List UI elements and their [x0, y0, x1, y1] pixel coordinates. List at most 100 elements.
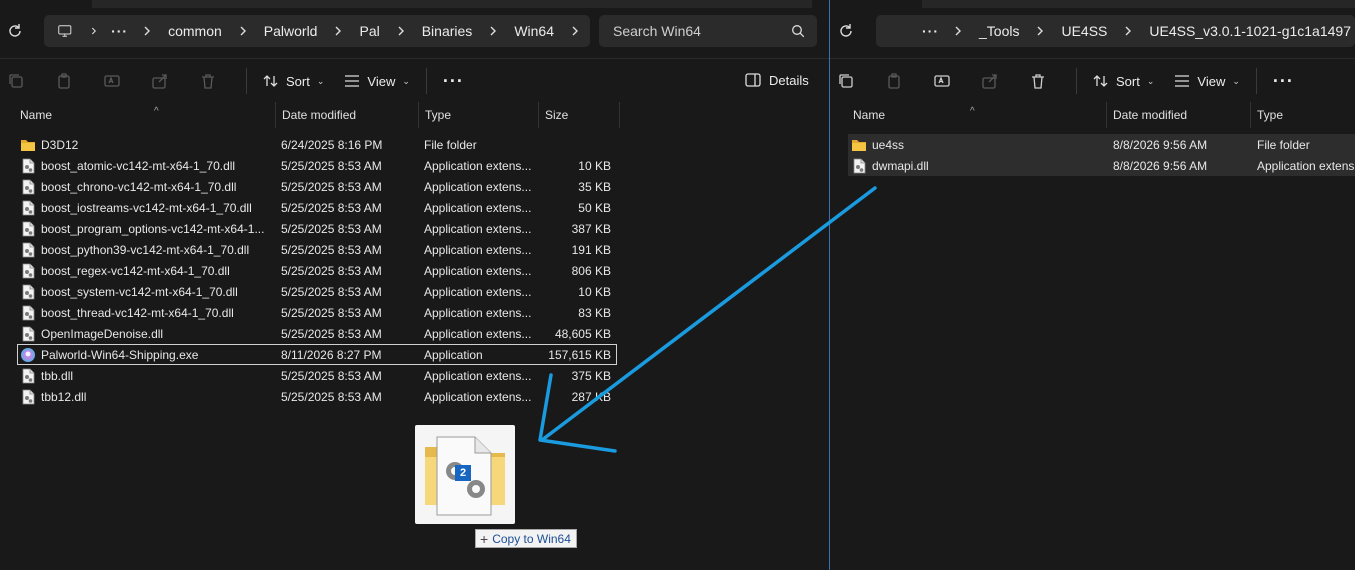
column-header-date[interactable]: Date modified [1107, 102, 1251, 128]
search-box[interactable]: Search Win64 [599, 15, 817, 47]
search-input[interactable]: Search Win64 [613, 23, 791, 39]
details-button[interactable]: Details [745, 64, 809, 96]
file-name-cell[interactable]: tbb12.dll [17, 389, 275, 405]
dll-file-icon [20, 221, 36, 237]
chevron-right-icon[interactable] [238, 26, 248, 36]
share-icon[interactable] [144, 65, 176, 97]
rename-icon[interactable] [96, 65, 128, 97]
file-row[interactable]: boost_system-vc142-mt-x64-1_70.dll 5/25/2… [17, 281, 617, 302]
chevron-right-icon[interactable] [953, 26, 963, 36]
copy-icon[interactable] [0, 65, 32, 97]
rename-icon[interactable] [926, 65, 958, 97]
breadcrumb-overflow-button[interactable]: ··· [107, 23, 132, 39]
breadcrumb-item[interactable]: Pal [353, 23, 385, 39]
address-bar[interactable]: ··· common Palworld Pal Binaries Win64 [44, 15, 590, 47]
column-size-label: Size [545, 108, 569, 122]
breadcrumb-item[interactable]: Win64 [508, 23, 560, 39]
file-row[interactable]: boost_iostreams-vc142-mt-x64-1_70.dll 5/2… [17, 197, 617, 218]
file-row[interactable]: OpenImageDenoise.dll 5/25/2025 8:53 AM App… [17, 323, 617, 344]
chevron-right-icon[interactable] [142, 26, 152, 36]
delete-icon[interactable] [1022, 65, 1054, 97]
file-name: ue4ss [872, 137, 905, 152]
breadcrumb-item[interactable]: common [162, 23, 228, 39]
chevron-right-icon[interactable] [488, 26, 498, 36]
column-header-type[interactable]: Type [1251, 102, 1355, 128]
file-name-cell[interactable]: ue4ss [848, 137, 1107, 153]
this-pc-icon[interactable] [58, 23, 72, 39]
file-name-cell[interactable]: boost_system-vc142-mt-x64-1_70.dll [17, 284, 275, 300]
column-header-name[interactable]: ^ Name [14, 102, 276, 128]
breadcrumb-item[interactable]: Binaries [416, 23, 479, 39]
file-row[interactable]: boost_atomic-vc142-mt-x64-1_70.dll 5/25/2… [17, 155, 617, 176]
chevron-right-icon[interactable] [1035, 26, 1045, 36]
breadcrumb-item[interactable]: UE4SS [1055, 23, 1113, 39]
file-row[interactable]: D3D12 6/24/2025 8:16 PM File folder [17, 134, 617, 155]
file-row[interactable]: ue4ss 8/8/2026 9:56 AM File folder [848, 134, 1355, 155]
sort-button[interactable]: Sort ⌄ [1083, 65, 1164, 97]
more-options-button[interactable]: ··· [433, 65, 474, 97]
file-name-cell[interactable]: boost_chrono-vc142-mt-x64-1_70.dll [17, 179, 275, 195]
file-name-cell[interactable]: D3D12 [17, 137, 275, 153]
file-name-cell[interactable]: boost_python39-vc142-mt-x64-1_70.dll [17, 242, 275, 258]
search-icon[interactable] [791, 24, 805, 38]
chevron-down-icon: ⌄ [316, 75, 325, 86]
file-name: tbb12.dll [41, 389, 87, 404]
paste-icon[interactable] [878, 65, 910, 97]
file-name-cell[interactable]: OpenImageDenoise.dll [17, 326, 275, 342]
file-type: Application extens... [424, 242, 532, 257]
view-button[interactable]: View ⌄ [334, 65, 420, 97]
file-name: OpenImageDenoise.dll [41, 326, 164, 341]
more-options-button[interactable]: ··· [1263, 65, 1304, 97]
file-name-cell[interactable]: dwmapi.dll [848, 158, 1107, 174]
file-name: D3D12 [41, 137, 79, 152]
chevron-right-icon[interactable] [1123, 26, 1133, 36]
file-row[interactable]: dwmapi.dll 8/8/2026 9:56 AM Application ex… [848, 155, 1355, 176]
address-bar[interactable]: ··· _Tools UE4SS UE4SS_v3.0.1-1021-g1c1a14… [876, 15, 1355, 47]
folder-icon [20, 137, 36, 153]
file-row[interactable]: boost_regex-vc142-mt-x64-1_70.dll 5/25/20… [17, 260, 617, 281]
sort-button[interactable]: Sort ⌄ [253, 65, 334, 97]
chevron-right-icon[interactable] [333, 26, 343, 36]
file-row[interactable]: boost_python39-vc142-mt-x64-1_70.dll 5/25… [17, 239, 617, 260]
file-row[interactable]: tbb12.dll 5/25/2025 8:53 AM Application ex… [17, 386, 617, 407]
file-name-cell[interactable]: boost_thread-vc142-mt-x64-1_70.dll [17, 305, 275, 321]
file-date: 8/8/2026 9:56 AM [1113, 137, 1208, 152]
file-name-cell[interactable]: boost_program_options-vc142-mt-x64-1... [17, 221, 275, 237]
file-row[interactable]: tbb.dll 5/25/2025 8:53 AM Application exte… [17, 365, 617, 386]
breadcrumb-item[interactable]: Palworld [258, 23, 324, 39]
column-header-name[interactable]: ^ Name [847, 102, 1107, 128]
share-icon[interactable] [974, 65, 1006, 97]
dll-file-icon [851, 158, 867, 174]
dll-file-icon [20, 305, 36, 321]
delete-icon[interactable] [192, 65, 224, 97]
column-header-size[interactable]: Size [539, 102, 620, 128]
title-strip [922, 0, 1355, 8]
file-row[interactable]: boost_thread-vc142-mt-x64-1_70.dll 5/25/2… [17, 302, 617, 323]
breadcrumb-item[interactable]: _Tools [973, 23, 1025, 39]
file-name-cell[interactable]: tbb.dll [17, 368, 275, 384]
column-header-date[interactable]: Date modified [276, 102, 419, 128]
file-row[interactable]: boost_chrono-vc142-mt-x64-1_70.dll 5/25/2… [17, 176, 617, 197]
chevron-right-icon[interactable] [396, 26, 406, 36]
paste-icon[interactable] [48, 65, 80, 97]
file-name: boost_chrono-vc142-mt-x64-1_70.dll [41, 179, 237, 194]
file-name-cell[interactable]: Palworld-Win64-Shipping.exe [17, 347, 275, 363]
copy-icon[interactable] [830, 65, 862, 97]
breadcrumb-item[interactable]: UE4SS_v3.0.1-1021-g1c1a1497 [1143, 23, 1355, 39]
view-label: View [1197, 73, 1226, 89]
chevron-right-icon[interactable] [90, 26, 98, 36]
sort-ascending-icon: ^ [154, 106, 159, 117]
breadcrumb-overflow-button[interactable]: ··· [918, 23, 943, 39]
chevron-right-icon[interactable] [570, 26, 580, 36]
file-name-cell[interactable]: boost_iostreams-vc142-mt-x64-1_70.dll [17, 200, 275, 216]
file-row[interactable]: Palworld-Win64-Shipping.exe 8/11/2026 8:2… [17, 344, 617, 365]
view-button[interactable]: View ⌄ [1164, 65, 1250, 97]
file-date: 5/25/2025 8:53 AM [281, 326, 382, 341]
refresh-icon[interactable] [837, 22, 855, 40]
file-name-cell[interactable]: boost_atomic-vc142-mt-x64-1_70.dll [17, 158, 275, 174]
refresh-icon[interactable] [6, 22, 24, 40]
column-header-type[interactable]: Type [419, 102, 539, 128]
file-name-cell[interactable]: boost_regex-vc142-mt-x64-1_70.dll [17, 263, 275, 279]
file-row[interactable]: boost_program_options-vc142-mt-x64-1... 5… [17, 218, 617, 239]
file-size: 191 KB [571, 242, 611, 257]
